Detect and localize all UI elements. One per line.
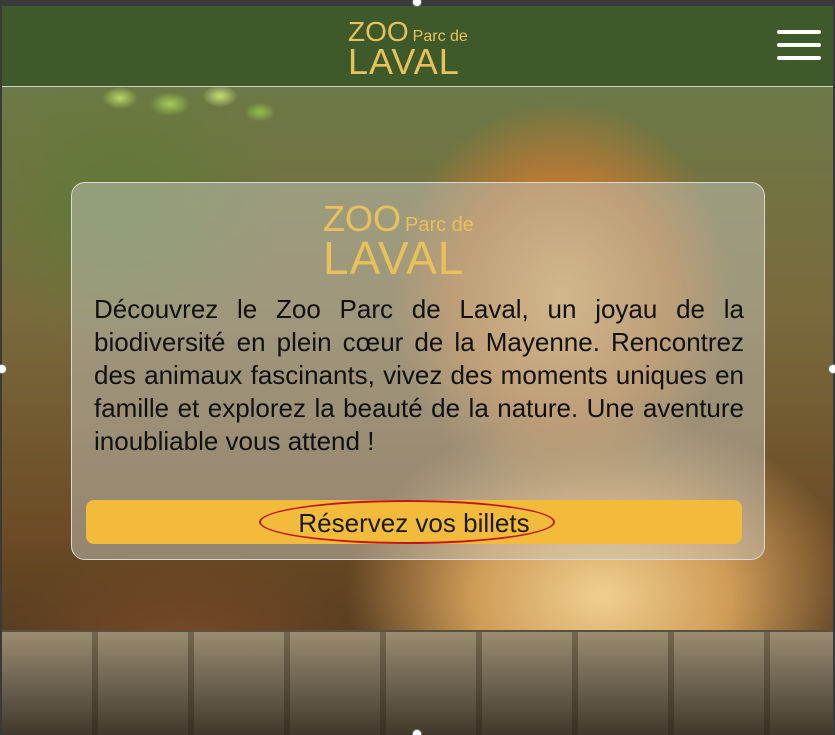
hero-card: ZOO Parc de LAVAL Découvrez le Zoo Parc d… [71,182,765,560]
resize-handle-right[interactable] [828,364,835,374]
log-platform-image [2,630,833,735]
foliage-decoration [90,86,290,146]
hero-logo: ZOO Parc de LAVAL [323,201,474,284]
nav-logo-laval: LAVAL [348,41,460,82]
app-frame: ZOO Parc de LAVAL ZOO Parc de LAVAL Découv… [0,0,835,735]
book-tickets-button[interactable]: Réservez vos billets [86,500,742,544]
menu-bar-bottom [777,56,821,60]
hero-logo-laval: LAVAL [323,232,465,284]
resize-handle-bottom[interactable] [412,729,422,735]
book-tickets-label: Réservez vos billets [298,508,530,538]
nav-logo-link[interactable]: ZOO Parc de LAVAL [348,18,468,80]
menu-bar-top [777,30,821,34]
top-navbar: ZOO Parc de LAVAL [2,6,833,87]
hero-description: Découvrez le Zoo Parc de Laval, un joyau… [94,294,744,456]
hamburger-menu-icon[interactable] [777,28,823,64]
menu-bar-middle [777,43,821,47]
